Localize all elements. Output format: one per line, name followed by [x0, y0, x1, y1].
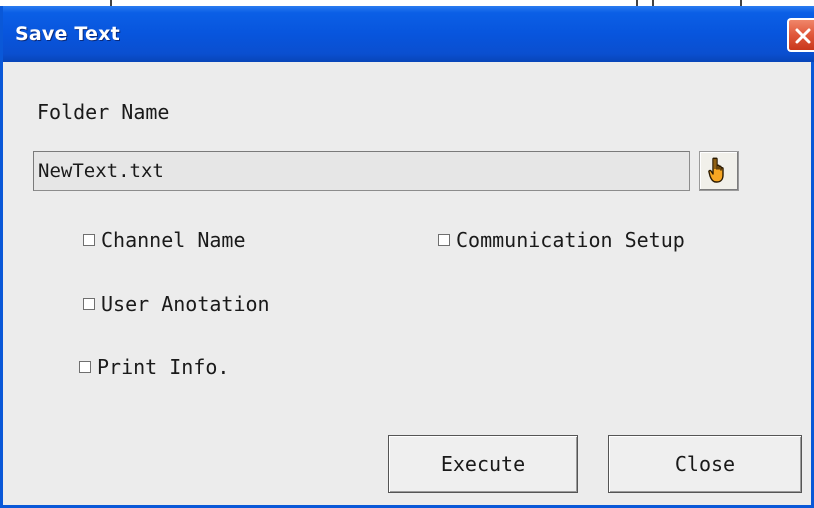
folder-name-input[interactable] [33, 151, 690, 191]
communication-setup-checkbox-box[interactable] [438, 234, 450, 246]
browse-button[interactable] [699, 151, 739, 191]
title-bar[interactable]: Save Text [3, 6, 814, 62]
pointing-hand-icon [708, 157, 724, 183]
dialog-body: Folder Name Channel Name Communication S… [3, 62, 811, 505]
channel-name-checkbox[interactable]: Channel Name [83, 228, 246, 252]
user-anotation-checkbox[interactable]: User Anotation [83, 292, 270, 316]
channel-name-label: Channel Name [101, 228, 246, 252]
user-anotation-checkbox-box[interactable] [83, 298, 95, 310]
folder-name-label: Folder Name [37, 100, 170, 124]
close-icon [795, 28, 811, 44]
print-info-checkbox-box[interactable] [79, 361, 91, 373]
channel-name-checkbox-box[interactable] [83, 234, 95, 246]
communication-setup-checkbox[interactable]: Communication Setup [438, 228, 685, 252]
save-text-dialog: Save Text Folder Name Channel Name Commu… [0, 6, 814, 508]
print-info-label: Print Info. [97, 355, 230, 379]
communication-setup-label: Communication Setup [456, 228, 685, 252]
window-title: Save Text [15, 23, 120, 45]
user-anotation-label: User Anotation [101, 292, 270, 316]
close-button[interactable]: Close [608, 435, 802, 493]
close-window-button[interactable] [787, 18, 814, 52]
execute-button[interactable]: Execute [388, 435, 578, 493]
print-info-checkbox[interactable]: Print Info. [79, 355, 229, 379]
